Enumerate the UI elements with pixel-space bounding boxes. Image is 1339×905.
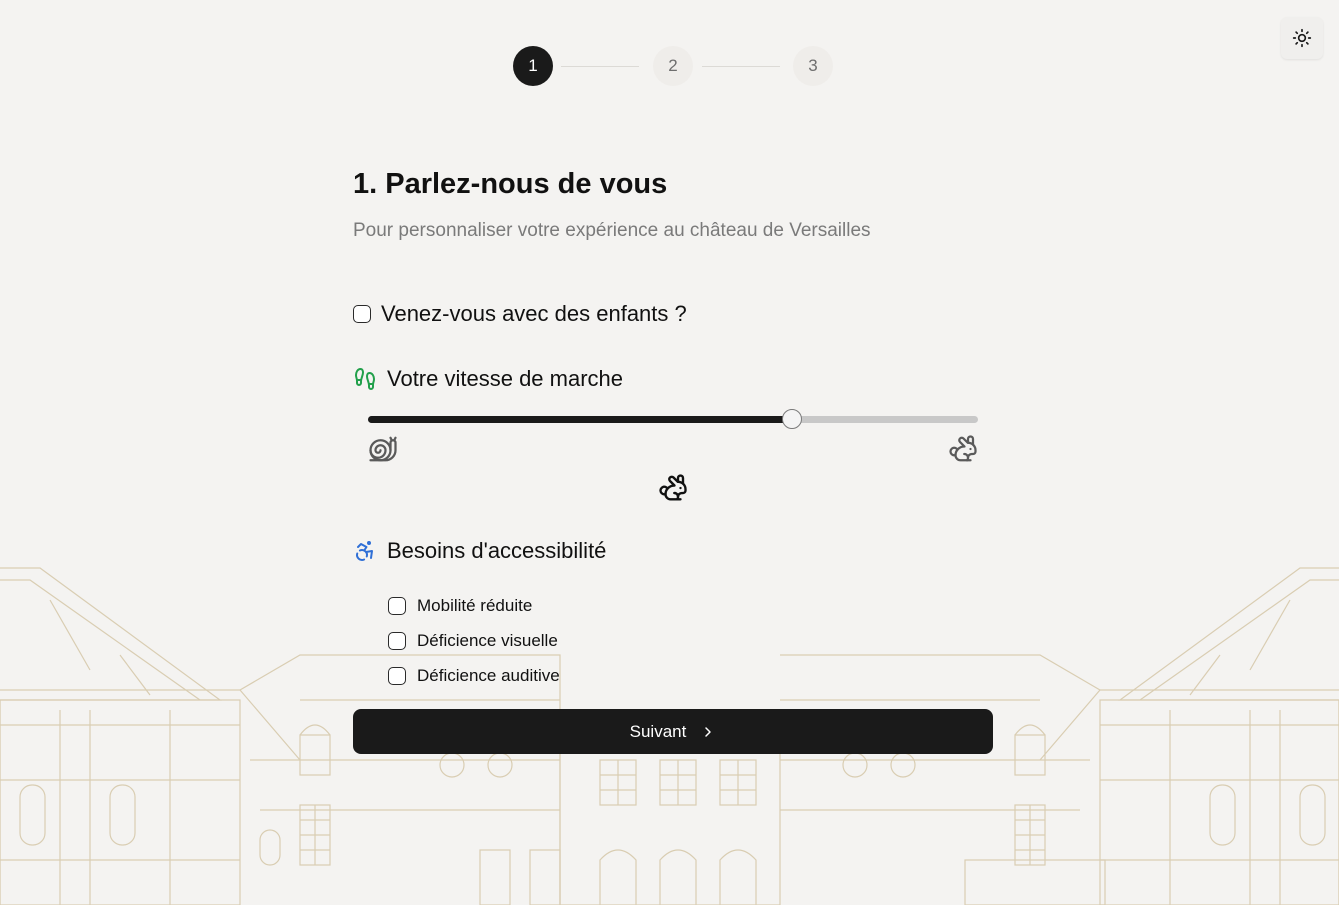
page-subtitle: Pour personnaliser votre expérience au c… bbox=[353, 220, 871, 241]
next-button-label: Suivant bbox=[629, 721, 687, 741]
accessibility-heading: Besoins d'accessibilité bbox=[353, 538, 606, 564]
progress-stepper: 1 2 3 bbox=[513, 46, 833, 86]
walking-speed-slider[interactable] bbox=[368, 409, 978, 431]
chevron-right-icon bbox=[705, 726, 712, 737]
step-connector bbox=[561, 66, 639, 67]
accessibility-label: Besoins d'accessibilité bbox=[387, 538, 607, 563]
step-2: 2 bbox=[653, 46, 693, 86]
children-checkbox[interactable] bbox=[353, 305, 371, 323]
rabbit-icon bbox=[949, 435, 977, 462]
children-label: Venez-vous avec des enfants ? bbox=[381, 301, 687, 326]
footprints-icon bbox=[354, 368, 376, 390]
selected-speed-rabbit-icon bbox=[659, 474, 687, 501]
visual-impairment-label: Déficience visuelle bbox=[417, 630, 558, 650]
page-title: 1. Parlez-nous de vous bbox=[353, 168, 668, 200]
next-button[interactable]: Suivant bbox=[353, 709, 993, 754]
option-hearing-impairment[interactable]: Déficience auditive bbox=[388, 658, 560, 693]
slider-thumb[interactable] bbox=[781, 409, 802, 429]
step-connector bbox=[702, 66, 780, 67]
reduced-mobility-label: Mobilité réduite bbox=[417, 595, 533, 615]
reduced-mobility-checkbox[interactable] bbox=[388, 596, 406, 615]
option-visual-impairment[interactable]: Déficience visuelle bbox=[388, 623, 560, 658]
sun-icon bbox=[1292, 28, 1312, 48]
hearing-impairment-label: Déficience auditive bbox=[417, 665, 560, 685]
theme-toggle-button[interactable] bbox=[1281, 17, 1323, 59]
snail-icon bbox=[369, 436, 397, 462]
step-1: 1 bbox=[513, 46, 553, 86]
walking-speed-heading: Votre vitesse de marche bbox=[353, 366, 623, 392]
walking-speed-label: Votre vitesse de marche bbox=[387, 366, 624, 391]
children-checkbox-row[interactable]: Venez-vous avec des enfants ? bbox=[353, 301, 687, 327]
accessibility-options: Mobilité réduite Déficience visuelle Déf… bbox=[388, 588, 560, 693]
option-reduced-mobility[interactable]: Mobilité réduite bbox=[388, 588, 560, 623]
hearing-impairment-checkbox[interactable] bbox=[388, 666, 406, 685]
accessibility-icon bbox=[356, 541, 373, 561]
slider-fill bbox=[368, 416, 792, 423]
visual-impairment-checkbox[interactable] bbox=[388, 631, 406, 650]
step-3: 3 bbox=[793, 46, 833, 86]
